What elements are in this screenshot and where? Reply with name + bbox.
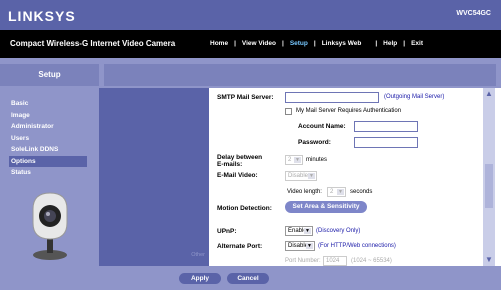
sidebar-item-solelink-ddns[interactable]: SoleLink DDNS bbox=[11, 144, 87, 156]
alternate-port-select[interactable]: Disable ▼ bbox=[285, 241, 315, 251]
nav-bar: Compact Wireless-G Internet Video Camera… bbox=[0, 30, 501, 58]
nav-view-video[interactable]: View Video bbox=[242, 40, 276, 47]
nav-separator: | bbox=[403, 40, 406, 47]
auth-checkbox[interactable] bbox=[285, 108, 292, 115]
video-length-unit: seconds bbox=[350, 189, 373, 195]
product-name: Compact Wireless-G Internet Video Camera bbox=[10, 39, 176, 48]
alternate-port-hint: (For HTTP/Web connections) bbox=[318, 243, 396, 249]
account-name-label: Account Name: bbox=[298, 123, 346, 130]
camera-icon bbox=[32, 192, 68, 260]
delay-select-value: 2 bbox=[288, 157, 292, 163]
sidebar-item-basic[interactable]: Basic bbox=[11, 98, 87, 110]
delay-unit: minutes bbox=[306, 157, 328, 163]
upnp-label: UPnP: bbox=[217, 228, 237, 235]
sidebar-item-administrator[interactable]: Administrator bbox=[11, 121, 87, 133]
cancel-button[interactable]: Cancel bbox=[227, 273, 269, 284]
smtp-label: SMTP Mail Server: bbox=[217, 94, 274, 101]
apply-button[interactable]: Apply bbox=[179, 273, 221, 284]
options-form: SMTP Mail Server: (Outgoing Mail Server)… bbox=[209, 88, 483, 266]
upnp-hint: (Discovery Only) bbox=[316, 228, 361, 234]
delay-label-line1: Delay between bbox=[217, 154, 263, 161]
chevron-down-icon: ▼ bbox=[308, 173, 315, 179]
nav-separator: | bbox=[375, 40, 378, 47]
content-header bbox=[99, 58, 501, 88]
scroll-down-icon[interactable]: ▼ bbox=[483, 254, 495, 266]
sidebar-item-image[interactable]: Image bbox=[11, 110, 87, 122]
account-name-input[interactable] bbox=[354, 121, 418, 132]
delay-label-line2: E-mails: bbox=[217, 161, 243, 168]
action-bar: Apply Cancel bbox=[99, 266, 501, 290]
nav-separator: | bbox=[234, 40, 236, 47]
upnp-select[interactable]: Enable ▼ bbox=[285, 226, 313, 236]
password-input[interactable] bbox=[354, 137, 418, 148]
nav-help[interactable]: Help bbox=[383, 40, 397, 47]
sidebar-item-status[interactable]: Status bbox=[11, 167, 87, 179]
alternate-port-value: Disable bbox=[288, 243, 309, 249]
chevron-down-icon: ▼ bbox=[294, 157, 301, 163]
content-tab bbox=[104, 64, 496, 86]
alternate-port-label: Alternate Port: bbox=[217, 243, 263, 250]
top-nav: Home | View Video | Setup | Linksys Web … bbox=[210, 40, 423, 47]
chevron-down-icon: ▼ bbox=[304, 228, 311, 234]
port-number-input[interactable]: 1024 bbox=[323, 256, 347, 266]
sidebar-menu: Basic Image Administrator Users SoleLink… bbox=[9, 98, 87, 179]
delay-select[interactable]: 2 ▼ bbox=[285, 155, 303, 165]
auth-label: My Mail Server Requires Authentication bbox=[296, 108, 402, 114]
smtp-hint: (Outgoing Mail Server) bbox=[384, 94, 445, 100]
email-video-label: E-Mail Video: bbox=[217, 172, 258, 179]
nav-linksys-web[interactable]: Linksys Web bbox=[322, 40, 362, 47]
sidebar-item-users[interactable]: Users bbox=[11, 133, 87, 145]
nav-setup[interactable]: Setup bbox=[290, 40, 308, 47]
port-number-value: 1024 bbox=[326, 258, 340, 264]
scroll-up-icon[interactable]: ▲ bbox=[483, 88, 495, 100]
scrollbar-thumb[interactable] bbox=[485, 164, 493, 208]
password-label: Password: bbox=[298, 139, 331, 146]
email-video-value: Disable bbox=[288, 173, 309, 179]
nav-home[interactable]: Home bbox=[210, 40, 228, 47]
chevron-down-icon: ▼ bbox=[337, 189, 344, 195]
nav-exit[interactable]: Exit bbox=[411, 40, 423, 47]
video-length-label: Video length: bbox=[287, 189, 322, 195]
model-number: WVC54GC bbox=[456, 10, 491, 17]
section-label-column: Other bbox=[99, 88, 209, 266]
sidebar-item-options[interactable]: Options bbox=[9, 155, 87, 167]
set-area-sensitivity-button[interactable]: Set Area & Sensitivity bbox=[285, 201, 367, 213]
port-range-hint: (1024 ~ 65534) bbox=[351, 258, 392, 264]
nav-separator: | bbox=[281, 40, 284, 47]
linksys-logo: LINKSYS bbox=[8, 8, 76, 24]
sidebar-title: Setup bbox=[0, 64, 99, 86]
form-scrollbar[interactable]: ▲ ▼ bbox=[483, 88, 495, 266]
video-length-select[interactable]: 2 ▼ bbox=[327, 187, 346, 197]
section-label-other: Other bbox=[191, 252, 205, 258]
video-length-value: 2 bbox=[330, 189, 334, 195]
nav-separator: | bbox=[313, 40, 316, 47]
motion-detection-label: Motion Detection: bbox=[217, 205, 272, 212]
sidebar: Setup Basic Image Administrator Users So… bbox=[0, 58, 99, 290]
chevron-down-icon: ▼ bbox=[306, 243, 313, 249]
email-video-select[interactable]: Disable ▼ bbox=[285, 171, 317, 181]
header-bar: LINKSYS WVC54GC bbox=[0, 0, 501, 30]
smtp-server-input[interactable] bbox=[285, 92, 379, 103]
port-number-label: Port Number: bbox=[285, 258, 321, 264]
